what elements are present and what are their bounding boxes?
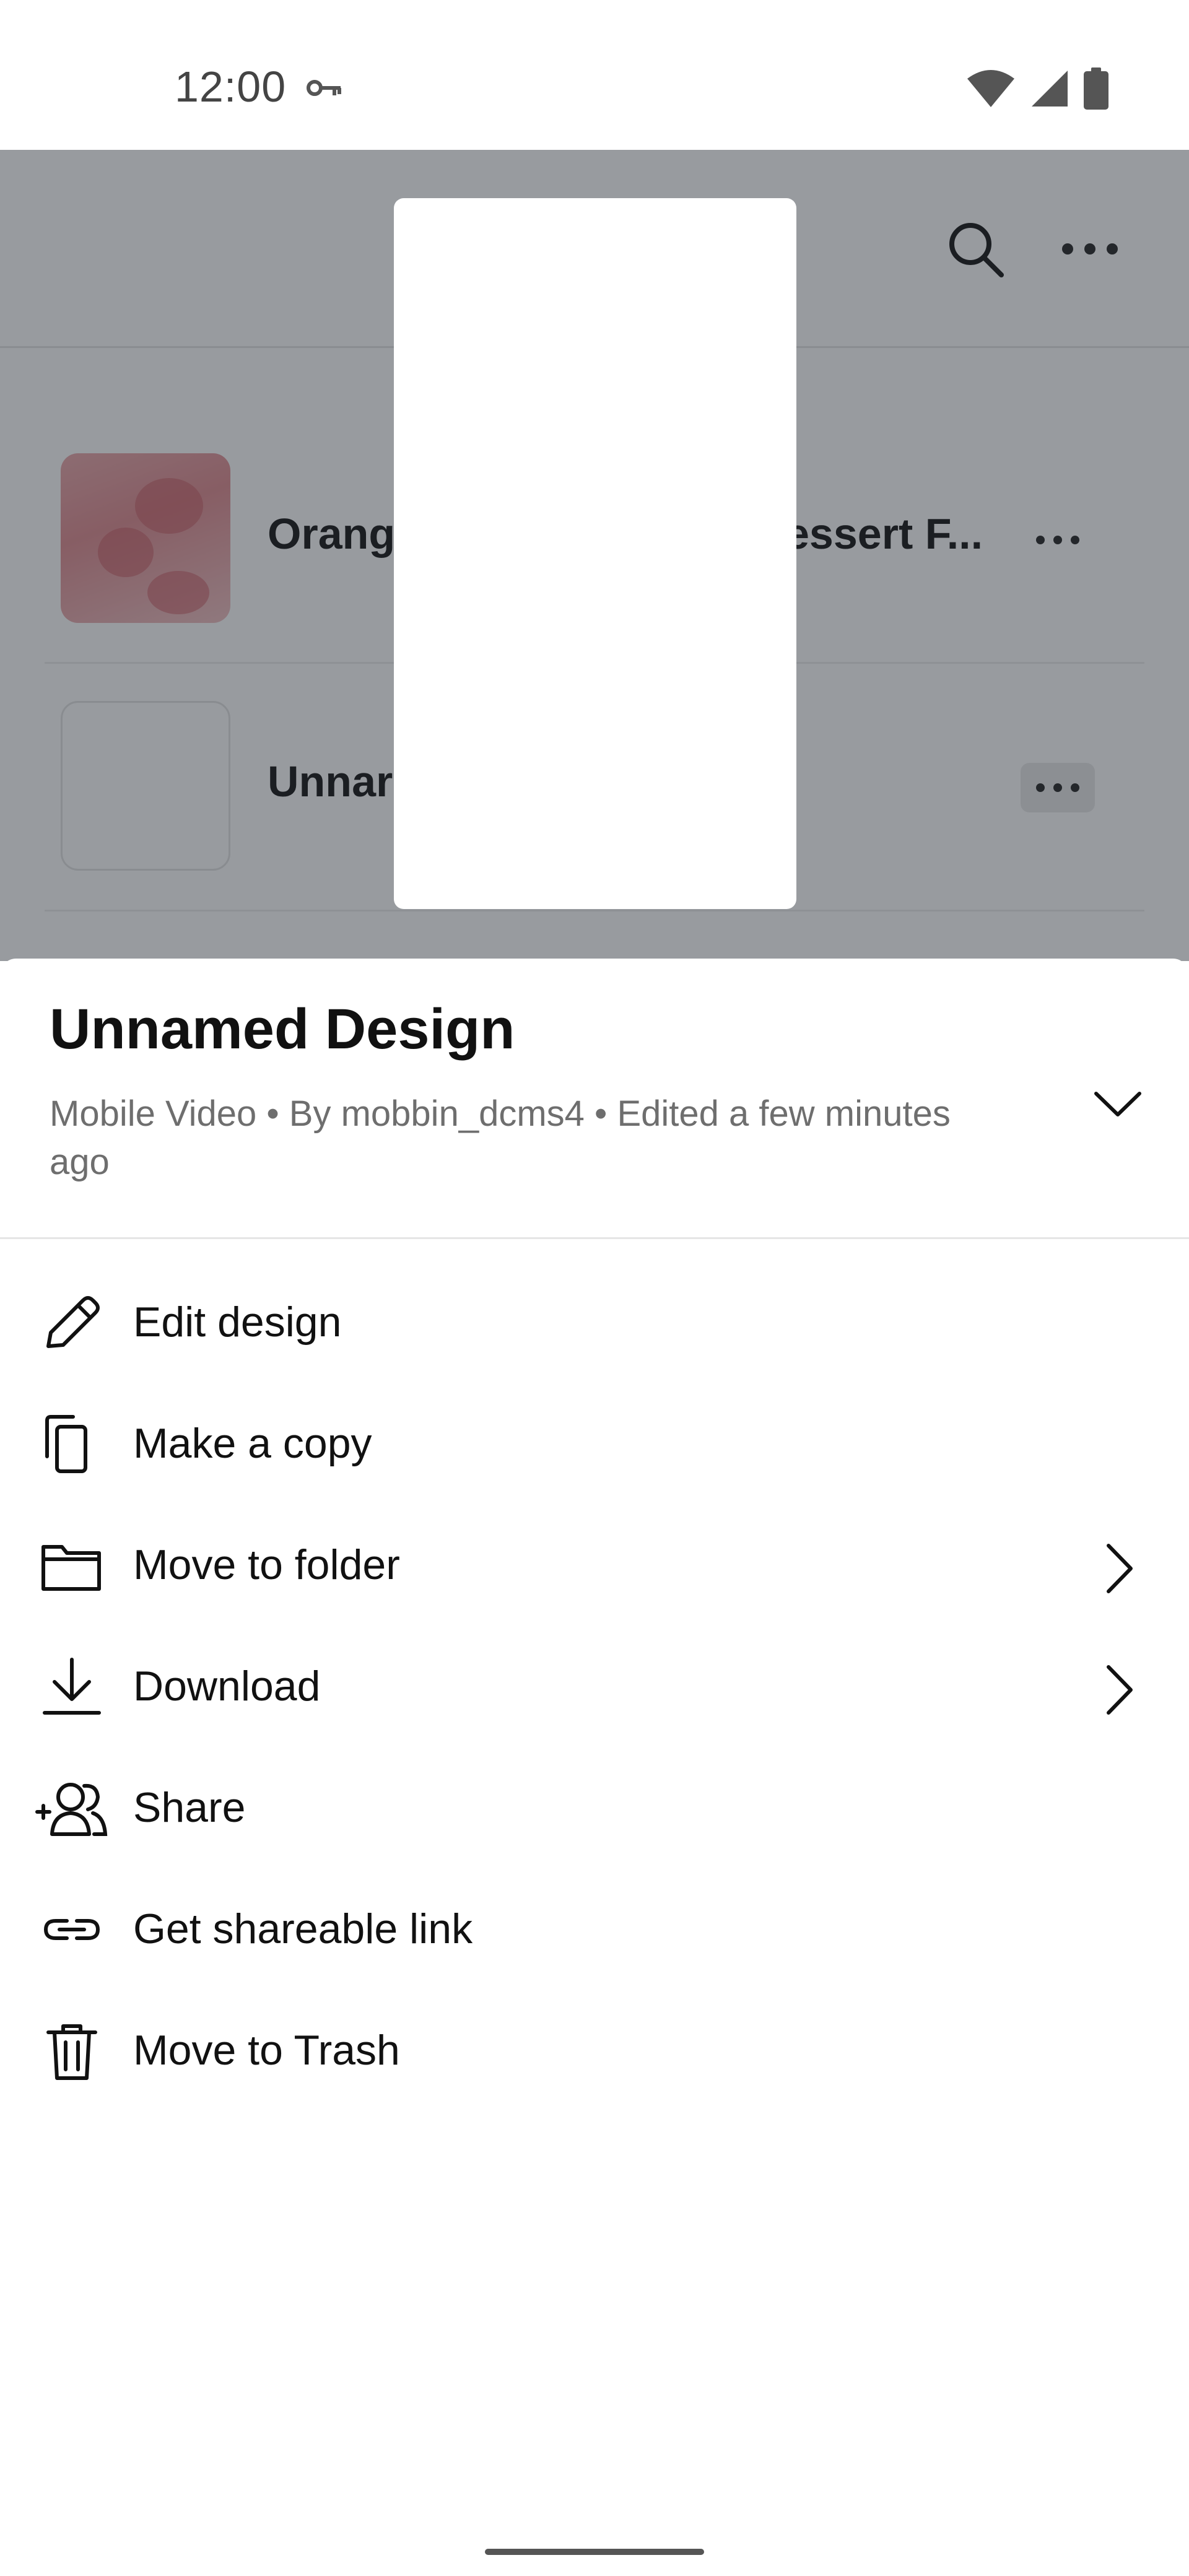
menu-item-edit-design[interactable]: Edit design — [0, 1262, 1189, 1383]
chevron-right-icon — [1107, 1665, 1133, 1715]
chevron-right-icon — [1107, 1544, 1133, 1593]
status-bar: 12:00 — [0, 0, 1189, 150]
menu-label: Get shareable link — [133, 1905, 473, 1952]
wifi-icon — [967, 70, 1014, 107]
vpn-key-icon — [307, 80, 341, 96]
menu-item-make-a-copy[interactable]: Make a copy — [0, 1383, 1189, 1505]
design-preview — [394, 198, 796, 909]
menu-label: Move to folder — [133, 1541, 400, 1588]
home-indicator[interactable] — [485, 2549, 704, 2555]
sheet-subtitle: Mobile Video • By mobbin_dcms4 • Edited … — [50, 1094, 951, 1182]
cellular-signal-icon — [1032, 71, 1068, 107]
menu-label: Download — [133, 1663, 321, 1710]
folder-icon — [41, 1545, 101, 1591]
menu-label: Edit design — [133, 1299, 342, 1346]
menu-label: Move to Trash — [133, 2027, 400, 2074]
divider — [0, 1237, 1189, 1239]
menu-item-download[interactable]: Download — [0, 1626, 1189, 1747]
menu-item-move-to-folder[interactable]: Move to folder — [0, 1505, 1189, 1626]
add-person-icon — [35, 1783, 108, 1836]
status-icons — [966, 67, 1108, 110]
status-time: 12:00 — [175, 63, 287, 111]
battery-icon — [1084, 67, 1108, 110]
menu-label: Make a copy — [133, 1420, 372, 1467]
download-icon — [43, 1658, 101, 1715]
link-icon — [43, 1919, 100, 1940]
pencil-icon — [46, 1296, 100, 1348]
menu-item-get-shareable-link[interactable]: Get shareable link — [0, 1869, 1189, 1990]
menu-item-share[interactable]: Share — [0, 1747, 1189, 1869]
chevron-down-icon[interactable] — [1090, 1076, 1146, 1132]
sheet-title: Unnamed Design — [50, 998, 515, 1061]
menu-label: Share — [133, 1784, 246, 1831]
copy-icon — [45, 1415, 87, 1473]
menu-item-move-to-trash[interactable]: Move to Trash — [0, 1990, 1189, 2112]
trash-icon — [46, 2024, 97, 2080]
design-options-sheet: Unnamed Design Mobile Video • By mobbin_… — [0, 959, 1189, 2576]
